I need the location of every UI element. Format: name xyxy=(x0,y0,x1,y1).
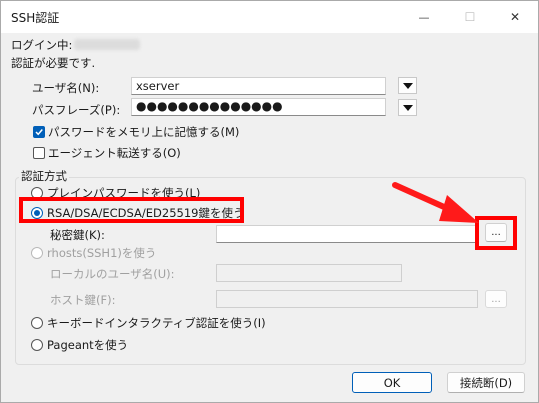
keyboard-interactive-radio[interactable] xyxy=(31,317,43,329)
username-input[interactable]: xserver xyxy=(131,77,386,95)
highlight-rsa-option xyxy=(19,197,244,223)
private-key-label: 秘密鍵(K): xyxy=(50,228,105,242)
remember-password-checkbox[interactable] xyxy=(33,126,45,138)
login-host-redacted xyxy=(74,39,140,50)
title-bar: SSH認証 — ☐ ✕ xyxy=(1,1,538,33)
host-key-input[interactable] xyxy=(216,290,478,308)
passphrase-label: パスフレーズ(P): xyxy=(32,103,121,117)
ssh-auth-dialog: SSH認証 — ☐ ✕ ログイン中: 認証が必要です. ユーザ名(N): xse… xyxy=(0,0,539,403)
red-arrow-icon xyxy=(392,182,479,223)
host-key-label: ホスト鍵(F): xyxy=(50,293,116,307)
keyboard-interactive-label: キーボードインタラクティブ認証を使う(I) xyxy=(47,316,266,330)
private-key-browse-button[interactable]: ... xyxy=(485,223,507,242)
remember-password-label: パスワードをメモリ上に記憶する(M) xyxy=(48,125,240,139)
host-key-browse-button[interactable]: ... xyxy=(485,290,507,308)
agent-forwarding-label: エージェント転送する(O) xyxy=(48,146,181,160)
username-value: xserver xyxy=(136,79,180,93)
ok-button-label: OK xyxy=(383,375,401,390)
rhosts-radio[interactable] xyxy=(31,247,43,259)
agent-forwarding-checkbox[interactable] xyxy=(33,147,45,159)
minimize-icon: — xyxy=(418,10,430,24)
passphrase-value: ●●●●●●●●●●●●●● xyxy=(136,99,283,113)
login-label: ログイン中: xyxy=(11,38,73,52)
pageant-radio[interactable] xyxy=(31,339,43,351)
username-history-dropdown[interactable] xyxy=(398,77,417,94)
maximize-icon: ☐ xyxy=(464,10,476,24)
local-user-input[interactable] xyxy=(216,264,402,282)
browse-button-label: ... xyxy=(491,227,501,238)
local-user-label: ローカルのユーザ名(U): xyxy=(50,267,175,281)
passphrase-input[interactable]: ●●●●●●●●●●●●●● xyxy=(131,98,386,116)
username-label: ユーザ名(N): xyxy=(32,81,100,95)
close-button[interactable]: ✕ xyxy=(492,1,538,33)
disconnect-button-label: 接続断(D) xyxy=(459,375,513,390)
disconnect-button[interactable]: 接続断(D) xyxy=(447,372,525,393)
ok-button[interactable]: OK xyxy=(352,372,432,393)
check-icon xyxy=(35,129,43,136)
window-title: SSH認証 xyxy=(11,11,60,25)
minimize-button[interactable]: — xyxy=(401,1,447,33)
chevron-down-icon xyxy=(402,82,413,89)
close-icon: ✕ xyxy=(509,10,521,24)
auth-method-group-label: 認証方式 xyxy=(19,168,69,184)
maximize-button: ☐ xyxy=(447,1,493,33)
pageant-label: Pageantを使う xyxy=(47,338,129,352)
host-key-browse-label: ... xyxy=(491,293,501,305)
auth-required-message: 認証が必要です. xyxy=(11,56,96,70)
passphrase-history-dropdown[interactable] xyxy=(398,99,417,116)
rhosts-label: rhosts(SSH1)を使う xyxy=(47,246,157,260)
chevron-down-icon xyxy=(402,104,413,111)
